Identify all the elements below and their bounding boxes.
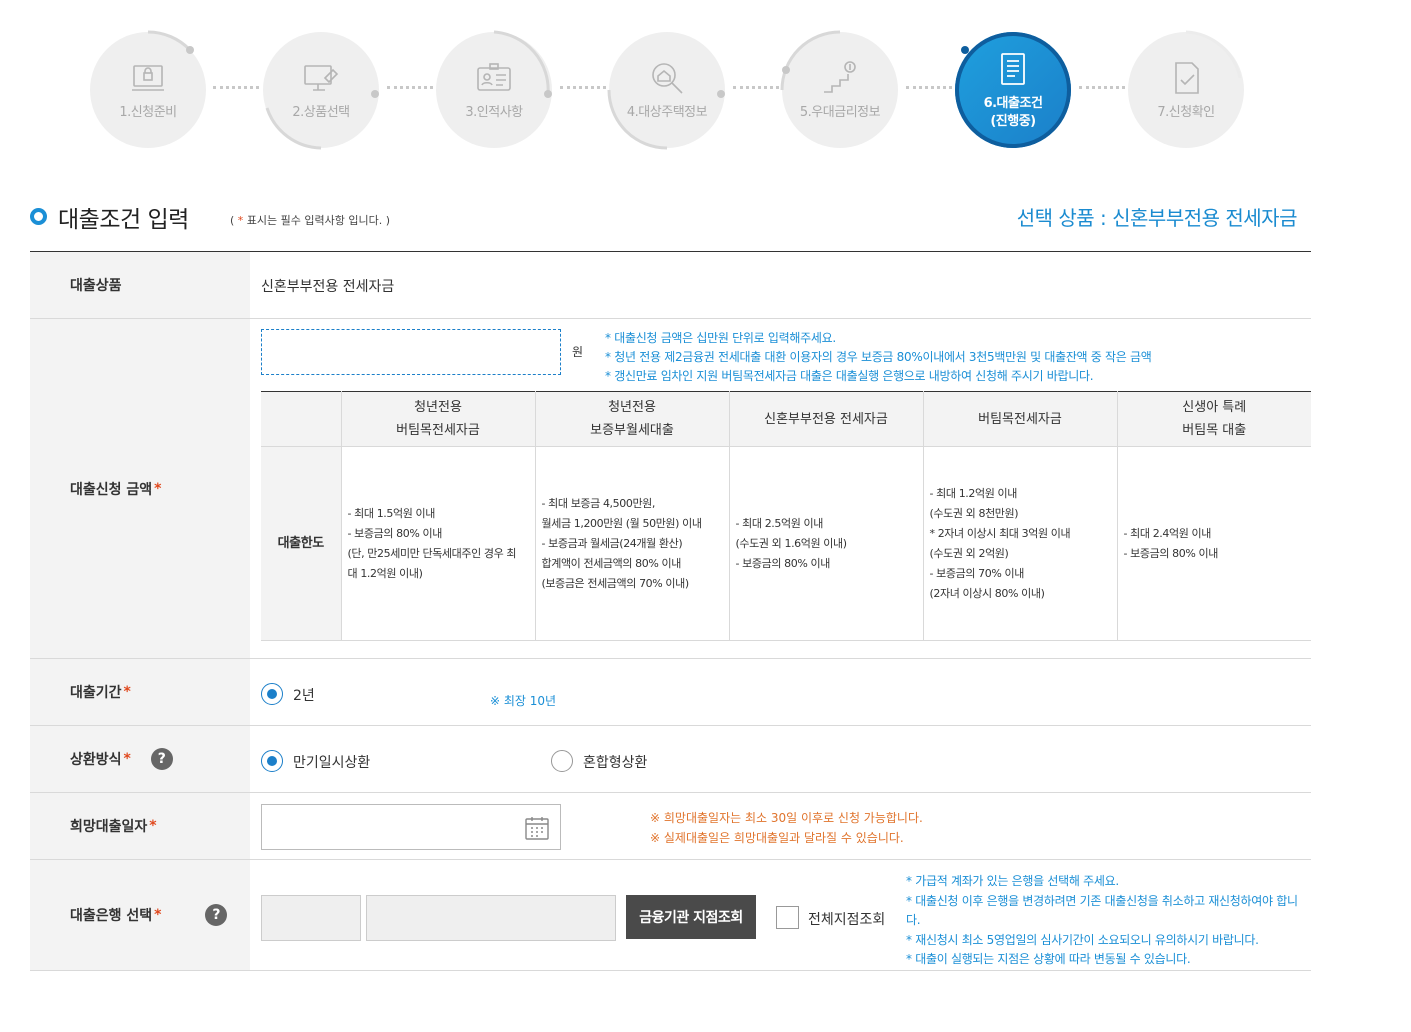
all-branches-checkbox[interactable] [776,906,799,929]
row-repayment: 상환방식 *? 만기일시상환 혼합형상환 [30,726,1311,793]
row-bank: 대출은행 선택 *? 금융기관 지점조회 전체지점조회 * 가급적 계좌가 있는 … [30,860,1311,971]
repayment-mixed-radio[interactable] [551,750,573,772]
row-product: 대출상품 신혼부부전용 전세자금 [30,252,1311,319]
repayment-label: 상환방식 *? [30,726,250,792]
row-header-limit: 대출한도 [261,446,342,641]
period-2y-radio[interactable] [261,683,283,705]
step-connector [906,86,952,89]
step-connector [1079,86,1125,89]
row-period: 대출기간 * 2년 ※ 최장 10년 [30,659,1311,726]
bank-name-field[interactable] [261,895,361,941]
repayment-bullet-radio[interactable] [261,750,283,772]
period-hint: ※ 최장 10년 [490,694,557,708]
progress-stepper: 1.신청준비 2.상품선택 3.인적사항 4.대상주택정보 5.우대금리정보 6… [0,0,1411,170]
table-cell: - 최대 보증금 4,500만원, 월세금 1,200만원 (월 50만원) 이내… [535,446,730,641]
product-value: 신혼부부전용 전세자금 [261,279,395,295]
all-branches-label: 전체지점조회 [808,912,886,928]
bank-help-icon[interactable]: ? [205,904,228,926]
step-connector [733,86,779,89]
date-label: 희망대출일자 * [30,793,250,859]
step-7: 7.신청확인 [1128,30,1244,148]
row-amount: 대출신청 금액 * 원 * 대출신청 금액은 십만원 단위로 입력해주세요. * … [30,319,1311,659]
repayment-help-icon[interactable]: ? [150,748,173,770]
amount-label: 대출신청 금액 * [30,319,250,658]
col-header: 버팀목전세자금 [923,391,1118,447]
bank-label: 대출은행 선택 *? [30,860,250,970]
row-date: 희망대출일자 * ※ 희망대출일자는 최소 30일 이후로 신청 가능합니다. ※… [30,793,1311,860]
amount-input[interactable] [261,329,561,375]
table-cell: - 최대 1.5억원 이내 - 보증금의 80% 이내 (단, 만25세미만 단독세… [341,446,536,641]
date-hints: ※ 희망대출일자는 최소 30일 이후로 신청 가능합니다. ※ 실제대출일은 … [650,811,923,845]
period-label: 대출기간 * [30,659,250,725]
loan-limit-table: 청년전용 버팀목전세자금 청년전용 보증부월세대출 신혼부부전용 전세자금 버팀목전… [261,391,1311,641]
step-3: 3.인적사항 [436,30,552,148]
bank-notes: * 가급적 계좌가 있는 은행을 선택해 주세요. * 대출신청 이후 은행을 … [906,874,1298,966]
required-note: ( * 표시는 필수 입력사항 입니다. ) [230,214,391,227]
period-2y-label: 2년 [293,688,315,704]
col-header: 신생아 특례 버팀목 대출 [1117,391,1311,447]
step-1: 1.신청준비 [90,30,206,148]
section-header: 대출조건 입력 ( * 표시는 필수 입력사항 입니다. ) 선택 상품 : 신… [30,196,1311,252]
branch-search-button[interactable]: 금융기관 지점조회 [626,895,756,939]
selected-product: 선택 상품 : 신혼부부전용 전세자금 [1016,206,1298,230]
step-connector [213,86,259,89]
table-cell: - 최대 2.4억원 이내 - 보증금의 80% 이내 [1117,446,1311,641]
step-6-current: 6.대출조건 (진행중) [955,32,1071,148]
bank-branch-field[interactable] [366,895,616,941]
step-connector [560,86,606,89]
col-header: 청년전용 버팀목전세자금 [341,391,536,447]
title-bullet-icon [30,208,47,225]
col-header: 청년전용 보증부월세대출 [535,391,730,447]
repayment-bullet-label: 만기일시상환 [293,755,371,771]
table-cell: - 최대 1.2억원 이내 (수도권 외 8천만원) * 2자녀 이상시 최대 3억… [923,446,1118,641]
step-2: 2.상품선택 [263,32,379,150]
amount-unit: 원 [572,345,584,359]
step-5: 5.우대금리정보 [780,30,898,148]
desired-date-input[interactable] [261,804,561,850]
page-title: 대출조건 입력 [58,207,189,233]
loan-condition-form: 대출상품 신혼부부전용 전세자금 대출신청 금액 * 원 * 대출신청 금액은 십… [30,251,1311,971]
step-connector [387,86,433,89]
table-cell: - 최대 2.5억원 이내 (수도권 외 1.6억원 이내) - 보증금의 80% … [729,446,924,641]
repayment-mixed-label: 혼합형상환 [583,755,648,771]
col-header: 신혼부부전용 전세자금 [729,391,924,447]
calendar-icon[interactable] [524,815,550,841]
product-label: 대출상품 [30,252,250,318]
step-4: 4.대상주택정보 [607,32,725,150]
table-corner [261,391,342,447]
amount-notes: * 대출신청 금액은 십만원 단위로 입력해주세요. * 청년 전용 제2금융권… [605,331,1152,383]
